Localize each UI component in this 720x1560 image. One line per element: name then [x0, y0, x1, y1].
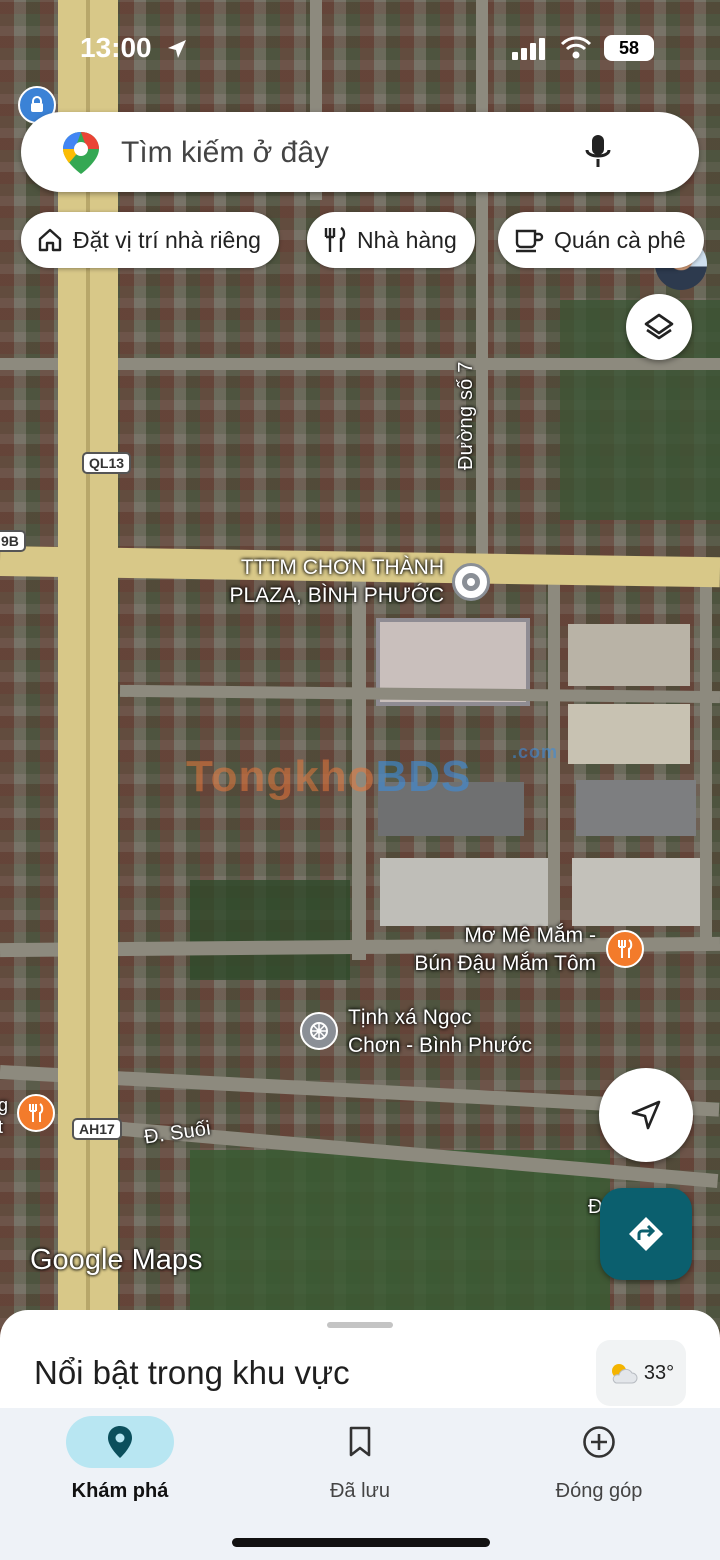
chip-label: Đặt vị trí nhà riêng	[73, 226, 261, 253]
battery-level: 58	[604, 35, 654, 61]
road-shield-ah17: AH17	[72, 1118, 122, 1140]
explore-pin-icon	[108, 1426, 132, 1458]
watermark-part1: Tongkho	[186, 752, 376, 801]
weather-chip[interactable]: 33°	[596, 1340, 686, 1406]
road-shield-9b: 9B	[0, 530, 26, 552]
poi-temple-line1: Tịnh xá Ngọc	[348, 1006, 472, 1029]
sheet-drag-handle[interactable]	[327, 1322, 393, 1328]
map-lot	[380, 858, 548, 926]
partly-cloudy-icon	[611, 1364, 638, 1384]
nav-saved[interactable]: Đã lưu	[270, 1416, 450, 1503]
map-vegetation	[190, 1150, 610, 1310]
road-shield-ql13: QL13	[82, 452, 132, 474]
nav-label: Khám phá	[71, 1480, 169, 1502]
chip-coffee[interactable]: Quán cà phê	[498, 212, 704, 268]
poi-restaurant-line2: Bún Đậu Mắm Tôm	[414, 952, 596, 975]
poi-plaza-line2: PLAZA, BÌNH PHƯỚC	[229, 584, 444, 607]
poi-plaza-line1: TTTM CHƠN THÀNH	[240, 556, 444, 579]
restaurant-pin-icon[interactable]	[606, 930, 644, 968]
layers-icon	[644, 313, 674, 340]
watermark: TongkhoBDS .com	[186, 742, 557, 802]
weather-temp: 33°	[643, 1361, 675, 1384]
search-bar[interactable]: Tìm kiếm ở đây	[21, 112, 707, 290]
coffee-icon	[515, 229, 544, 253]
directions-icon	[629, 1217, 663, 1251]
poi-edge-line1: g	[0, 1095, 9, 1115]
navigation-arrow-icon	[631, 1100, 661, 1130]
dharma-wheel-pin-icon[interactable]	[300, 1012, 338, 1050]
watermark-part2: BDS	[375, 752, 472, 801]
road-label-duong-so-7: Đường số 7	[455, 361, 477, 470]
poi-plaza-label[interactable]: TTTM CHƠN THÀNH PLAZA, BÌNH PHƯỚC	[216, 554, 444, 610]
home-indicator	[232, 1538, 490, 1547]
chip-label: Quán cà phê	[554, 226, 686, 253]
signal-icon	[512, 38, 545, 60]
directions-button[interactable]	[600, 1188, 692, 1280]
add-circle-icon	[583, 1426, 615, 1458]
layers-button[interactable]	[626, 294, 692, 360]
google-maps-attribution: Google Maps	[30, 1244, 203, 1276]
poi-temple-label[interactable]: Tịnh xá Ngọc Chơn - Bình Phước	[348, 1004, 532, 1060]
status-time: 13:00	[80, 32, 152, 63]
google-maps-logo-icon	[63, 132, 99, 174]
map-building	[568, 624, 690, 686]
poi-restaurant-label[interactable]: Mơ Mê Mắm - Bún Đậu Mắm Tôm	[398, 922, 596, 978]
nav-contribute[interactable]: Đóng góp	[509, 1416, 689, 1503]
map-building	[568, 704, 690, 764]
location-pin-icon[interactable]	[452, 563, 490, 601]
chip-restaurants[interactable]: Nhà hàng	[307, 212, 475, 268]
search-placeholder: Tìm kiếm ở đây	[121, 136, 330, 169]
road-label-d-suoi: Đ. Suối	[142, 1117, 213, 1149]
nav-label: Đóng góp	[555, 1480, 643, 1502]
poi-edge-line2: t	[0, 1117, 4, 1137]
poi-temple-line2: Chơn - Bình Phước	[348, 1034, 533, 1057]
map-vegetation	[190, 880, 350, 980]
restaurant-pin-icon[interactable]	[17, 1094, 55, 1132]
microphone-icon[interactable]	[585, 134, 611, 170]
wifi-icon	[560, 36, 592, 59]
bottom-sheet[interactable]: Nổi bật trong khu vực 33°	[0, 1310, 720, 1410]
nav-explore[interactable]: Khám phá	[30, 1416, 210, 1503]
home-icon	[38, 228, 62, 252]
map-parking	[576, 780, 696, 836]
bookmark-icon	[349, 1426, 371, 1457]
nav-label: Đã lưu	[329, 1480, 391, 1502]
poi-edge-label[interactable]: g t	[0, 1094, 8, 1138]
chip-label: Nhà hàng	[357, 226, 457, 253]
status-bar: 13:00 58	[0, 0, 720, 96]
watermark-suffix: .com	[512, 742, 559, 762]
my-location-button[interactable]	[599, 1068, 693, 1162]
sheet-title: Nổi bật trong khu vực	[34, 1354, 350, 1391]
restaurant-icon	[324, 226, 346, 252]
map-lot	[572, 858, 702, 926]
chip-set-home[interactable]: Đặt vị trí nhà riêng	[21, 212, 279, 268]
location-arrow-icon	[168, 40, 186, 58]
map-road	[700, 580, 712, 940]
poi-restaurant-line1: Mơ Mê Mắm -	[464, 924, 596, 947]
